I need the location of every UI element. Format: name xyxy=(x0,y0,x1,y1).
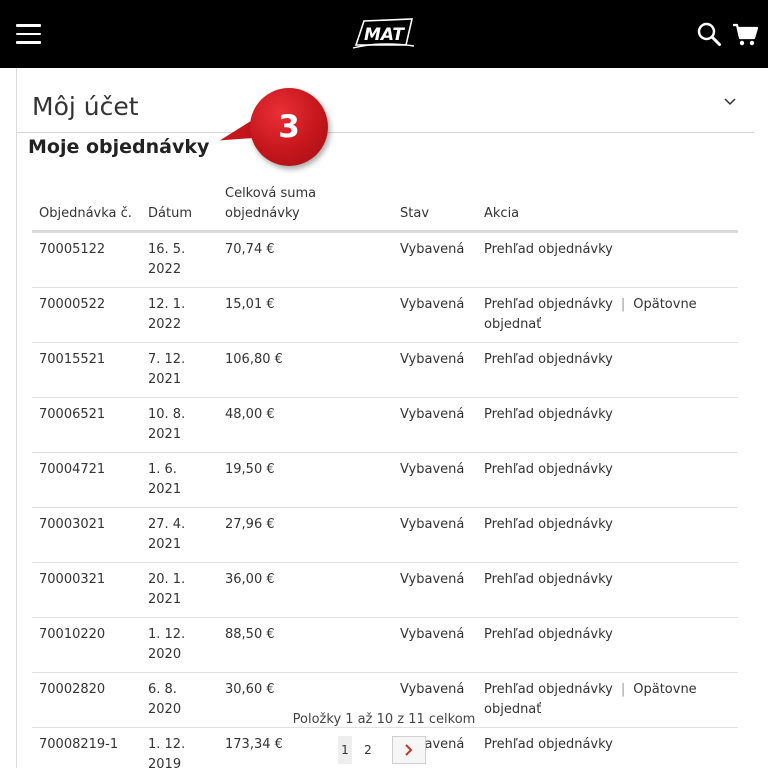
action-separator: | xyxy=(620,296,626,312)
order-actions: Prehľad objednávky xyxy=(477,562,738,618)
cart-icon[interactable] xyxy=(732,21,759,47)
view-order-link[interactable]: Prehľad objednávky xyxy=(484,462,613,477)
view-order-link[interactable]: Prehľad objednávky xyxy=(484,242,613,257)
svg-text:MAT: MAT xyxy=(364,25,405,45)
view-order-link[interactable]: Prehľad objednávky xyxy=(484,627,613,642)
action-separator: | xyxy=(620,681,626,697)
view-order-link[interactable]: Prehľad objednávky xyxy=(484,682,613,697)
order-state: Vybavená xyxy=(393,287,477,343)
orders-table: Objednávka č. Dátum Celková suma objedná… xyxy=(32,181,738,768)
view-order-link[interactable]: Prehľad objednávky xyxy=(484,407,613,422)
table-row: 70004721 1. 6. 2021 19,50 € Vybavená Prehľad… xyxy=(32,452,738,508)
next-page-button[interactable] xyxy=(392,736,426,764)
page-current: 1 xyxy=(338,736,352,764)
view-order-link[interactable]: Prehľad objednávky xyxy=(484,352,613,367)
order-total: 27,96 € xyxy=(218,507,393,563)
step-badge: 3 xyxy=(250,88,328,166)
order-date: 7. 12. 2021 xyxy=(141,342,218,398)
table-row: 70003021 27. 4. 2021 27,96 € Vybavená Prehľa… xyxy=(32,507,738,563)
order-date: 1. 12. 2019 xyxy=(141,727,218,768)
order-actions: Prehľad objednávky xyxy=(477,397,738,453)
column-header-action: Akcia xyxy=(477,181,738,233)
order-total: 15,01 € xyxy=(218,287,393,343)
page-link-2[interactable]: 2 xyxy=(360,743,376,757)
order-number: 70000522 xyxy=(32,287,141,343)
chevron-right-icon xyxy=(405,744,413,756)
order-state: Vybavená xyxy=(393,231,477,288)
chevron-down-icon[interactable] xyxy=(722,94,738,110)
order-total: 106,80 € xyxy=(218,342,393,398)
top-bar: MAT xyxy=(0,0,768,68)
mat-logo[interactable]: MAT xyxy=(350,15,418,51)
order-actions: Prehľad objednávky xyxy=(477,452,738,508)
order-actions: Prehľad objednávky xyxy=(477,617,738,673)
order-state: Vybavená xyxy=(393,507,477,563)
account-title: Môj účet xyxy=(32,92,139,121)
order-state: Vybavená xyxy=(393,452,477,508)
order-date: 12. 1. 2022 xyxy=(141,287,218,343)
order-actions: Prehľad objednávky xyxy=(477,507,738,563)
view-order-link[interactable]: Prehľad objednávky xyxy=(484,517,613,532)
order-total: 36,00 € xyxy=(218,562,393,618)
column-header-state: Stav xyxy=(393,181,477,233)
order-actions: Prehľad objednávky xyxy=(477,231,738,288)
hamburger-icon[interactable] xyxy=(16,24,41,44)
order-actions: Prehľad objednávky | Opätovne objednať xyxy=(477,287,738,343)
table-row: 70010220 1. 12. 2020 88,50 € Vybavená Prehľa… xyxy=(32,617,738,673)
order-number: 70008219-1 xyxy=(32,727,141,768)
pager-info: Položky 1 až 10 z 11 celkom xyxy=(292,712,476,727)
order-number: 70004721 xyxy=(32,452,141,508)
column-header-number: Objednávka č. xyxy=(32,181,141,233)
mat-logo-graphic: MAT xyxy=(352,18,415,49)
order-actions: Prehľad objednávky xyxy=(477,342,738,398)
order-number: 70000321 xyxy=(32,562,141,618)
order-total: 70,74 € xyxy=(218,231,393,288)
order-date: 1. 12. 2020 xyxy=(141,617,218,673)
order-number: 70003021 xyxy=(32,507,141,563)
order-state: Vybavená xyxy=(393,562,477,618)
table-row: 70015521 7. 12. 2021 106,80 € Vybavená Prehľ… xyxy=(32,342,738,398)
table-row: 70000522 12. 1. 2022 15,01 € Vybavená Prehľa… xyxy=(32,287,738,343)
order-number: 70006521 xyxy=(32,397,141,453)
table-row: 70000321 20. 1. 2021 36,00 € Vybavená Prehľa… xyxy=(32,562,738,618)
order-state: Vybavená xyxy=(393,342,477,398)
search-icon[interactable] xyxy=(696,21,722,47)
table-row: 70006521 10. 8. 2021 48,00 € Vybavená Prehľa… xyxy=(32,397,738,453)
table-row: 70005122 16. 5. 2022 70,74 € Vybavená Prehľa… xyxy=(32,231,738,288)
column-header-date: Dátum xyxy=(141,181,218,233)
order-date: 10. 8. 2021 xyxy=(141,397,218,453)
order-number: 70010220 xyxy=(32,617,141,673)
order-total: 19,50 € xyxy=(218,452,393,508)
view-order-link[interactable]: Prehľad objednávky xyxy=(484,572,613,587)
view-order-link[interactable]: Prehľad objednávky xyxy=(484,737,613,752)
orders-title: Moje objednávky xyxy=(28,136,210,158)
pagination: 1 2 xyxy=(338,736,426,764)
order-number: 70015521 xyxy=(32,342,141,398)
order-date: 20. 1. 2021 xyxy=(141,562,218,618)
order-state: Vybavená xyxy=(393,397,477,453)
order-actions: Prehľad objednávky xyxy=(477,727,738,768)
order-total: 88,50 € xyxy=(218,617,393,673)
order-date: 16. 5. 2022 xyxy=(141,231,218,288)
order-state: Vybavená xyxy=(393,617,477,673)
order-number: 70005122 xyxy=(32,231,141,288)
step-badge-number: 3 xyxy=(278,109,300,145)
view-order-link[interactable]: Prehľad objednávky xyxy=(484,297,613,312)
column-header-total: Celková suma objednávky xyxy=(218,181,393,233)
order-date: 1. 6. 2021 xyxy=(141,452,218,508)
order-total: 48,00 € xyxy=(218,397,393,453)
orders-table-header: Objednávka č. Dátum Celková suma objedná… xyxy=(32,181,738,233)
order-date: 27. 4. 2021 xyxy=(141,507,218,563)
panel-divider xyxy=(17,132,754,133)
